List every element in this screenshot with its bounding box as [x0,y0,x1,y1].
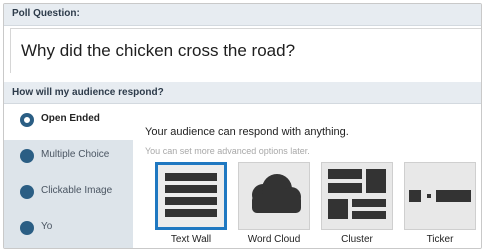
response-details: Your audience can respond with anything.… [133,104,481,248]
poll-question-label: Poll Question: [12,8,80,19]
layout-label: Word Cloud [247,234,301,245]
option-yo[interactable]: Yo [4,212,133,248]
option-label: Open Ended [41,113,100,124]
option-label: Yo [41,221,53,232]
layout-label: Cluster [341,234,373,245]
layout-ticker-card[interactable] [404,162,476,230]
option-label: Multiple Choice [41,149,110,160]
layout-label: Text Wall [170,234,212,245]
radio-icon[interactable] [20,221,34,235]
layout-text-wall-card[interactable] [155,162,227,230]
question-input[interactable] [11,29,481,73]
word-cloud-icon [252,174,301,213]
poll-question-header: Poll Question: [4,4,481,26]
cluster-icon [328,169,386,219]
respond-header: How will my audience respond? [4,82,481,104]
ticker-icon [409,190,471,202]
radio-icon[interactable] [20,149,34,163]
layout-word-cloud-card[interactable] [238,162,310,230]
response-description: Your audience can respond with anything. [145,126,349,138]
question-field[interactable] [10,28,481,74]
option-clickable-image[interactable]: Clickable Image [4,176,133,212]
poll-editor: Poll Question: How will my audience resp… [3,3,482,249]
option-open-ended[interactable]: Open Ended [4,104,133,140]
respond-label: How will my audience respond? [12,87,164,98]
layout-cluster-card[interactable] [321,162,393,230]
layout-label: Ticker [426,234,454,245]
radio-selected-icon[interactable] [20,113,34,127]
text-wall-icon [165,173,217,217]
radio-icon[interactable] [20,185,34,199]
option-label: Clickable Image [41,185,113,196]
section-gap [4,73,481,82]
option-multiple-choice[interactable]: Multiple Choice [4,140,133,176]
response-hint: You can set more advanced options later. [145,146,310,156]
response-type-list: Open Ended Multiple Choice Clickable Ima… [4,104,133,248]
